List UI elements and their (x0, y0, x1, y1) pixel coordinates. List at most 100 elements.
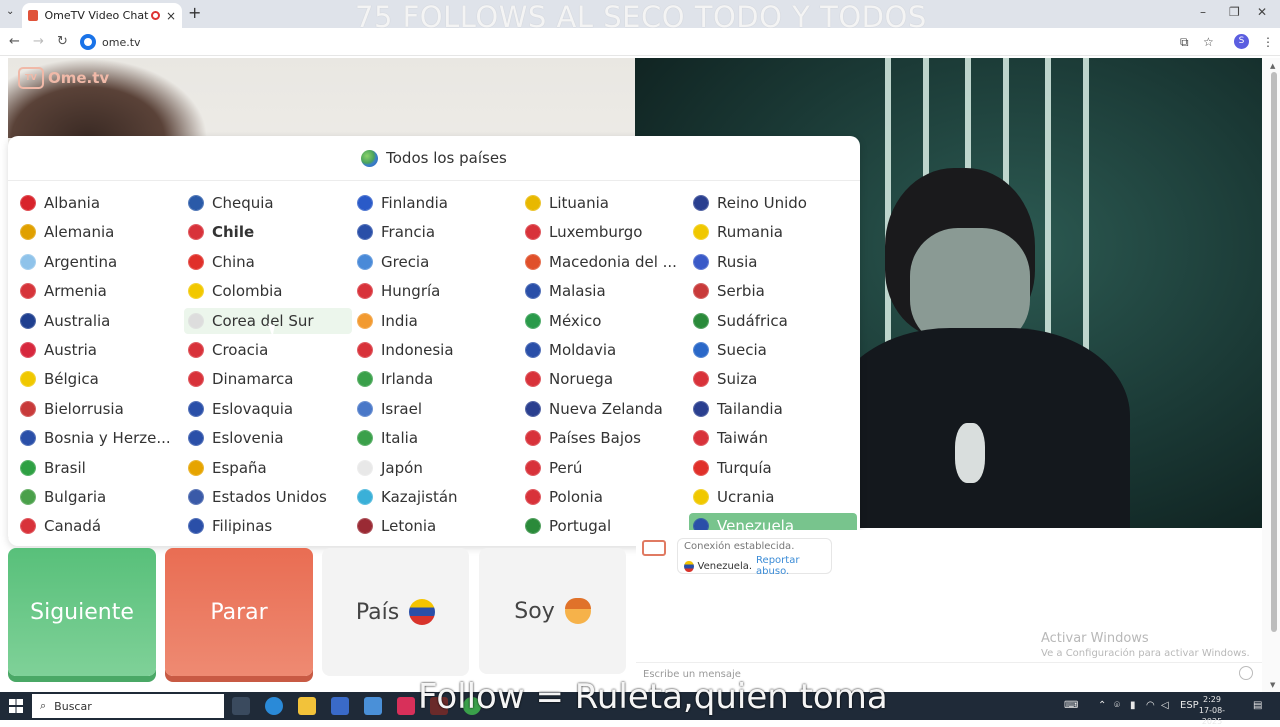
country-option[interactable]: Noruega (521, 366, 689, 392)
country-option[interactable]: Finlandia (353, 190, 521, 216)
keyboard-icon[interactable]: ⌨ (1064, 700, 1078, 711)
country-option[interactable]: Suiza (689, 366, 857, 392)
forward-arrow-icon[interactable]: → (33, 34, 44, 49)
scroll-up-icon[interactable]: ▲ (1270, 62, 1275, 70)
country-option[interactable]: Rumania (689, 219, 857, 245)
browser-menu-icon[interactable]: ⋮ (1262, 35, 1274, 49)
browser-tab[interactable]: OmeTV Video Chat — Ome × (22, 3, 182, 28)
country-option[interactable]: Alemania (16, 219, 184, 245)
country-option[interactable]: Chequia (184, 190, 352, 216)
country-option[interactable]: Dinamarca (184, 366, 352, 392)
country-option[interactable]: Eslovenia (184, 425, 352, 451)
country-option[interactable]: Serbia (689, 278, 857, 304)
country-option[interactable]: Macedonia del ... (521, 249, 689, 275)
country-option[interactable]: China (184, 249, 352, 275)
country-option[interactable]: Rusia (689, 249, 857, 275)
country-option[interactable]: Corea del Sur (184, 307, 352, 334)
taskbar-search-box[interactable]: ⌕ Buscar (32, 694, 224, 718)
country-option[interactable]: Bulgaria (16, 484, 184, 510)
tiktok-studio-icon[interactable] (397, 697, 415, 715)
country-option[interactable]: Taiwán (689, 425, 857, 451)
country-option[interactable]: Bélgica (16, 366, 184, 392)
stop-button[interactable]: Parar (165, 548, 313, 676)
country-option[interactable]: Moldavia (521, 337, 689, 363)
country-option[interactable]: Países Bajos (521, 425, 689, 451)
close-tab-icon[interactable]: × (166, 9, 176, 23)
tray-chevron-icon[interactable]: ⌃ (1098, 700, 1106, 711)
site-info-icon[interactable] (80, 34, 96, 50)
windows-start-icon[interactable] (9, 699, 23, 713)
country-option[interactable]: México (521, 308, 689, 334)
country-button[interactable]: País (322, 548, 469, 676)
next-button[interactable]: Siguiente (8, 548, 156, 676)
back-arrow-icon[interactable]: ← (9, 34, 20, 49)
country-option[interactable]: Kazajistán (353, 484, 521, 510)
country-option[interactable]: India (353, 308, 521, 334)
scrollbar-thumb[interactable] (1271, 72, 1277, 632)
country-option[interactable]: Filipinas (184, 513, 352, 539)
restore-window-button[interactable]: ❐ (1229, 5, 1240, 19)
report-abuse-link[interactable]: Reportar abuso. (756, 555, 825, 577)
country-option[interactable]: Nueva Zelanda (521, 396, 689, 422)
country-option[interactable]: Letonia (353, 513, 521, 539)
country-option[interactable]: España (184, 455, 352, 481)
emoji-icon[interactable] (1239, 666, 1253, 680)
file-explorer-icon[interactable] (298, 697, 316, 715)
new-tab-button[interactable]: + (188, 3, 201, 22)
country-option[interactable]: Tailandia (689, 396, 857, 422)
edge-browser-icon[interactable] (265, 697, 283, 715)
minimize-window-button[interactable]: – (1200, 5, 1206, 19)
country-option[interactable]: Italia (353, 425, 521, 451)
country-option[interactable]: Perú (521, 455, 689, 481)
country-option[interactable]: Colombia (184, 278, 352, 304)
install-app-icon[interactable]: ⧉ (1180, 35, 1189, 50)
country-option[interactable]: Turquía (689, 455, 857, 481)
tab-search-dropdown-icon[interactable]: ⌄ (6, 6, 14, 17)
country-option[interactable]: Reino Unido (689, 190, 857, 216)
url-field[interactable]: ome.tv (80, 32, 1180, 52)
country-option[interactable]: Eslovaquia (184, 396, 352, 422)
gender-button[interactable]: Soy (479, 548, 626, 674)
country-option[interactable]: Malasia (521, 278, 689, 304)
country-option[interactable]: Indonesia (353, 337, 521, 363)
country-option[interactable]: Australia (16, 308, 184, 334)
notifications-icon[interactable]: ▤ (1253, 700, 1262, 711)
country-option[interactable]: Grecia (353, 249, 521, 275)
wifi-icon[interactable]: ◠ (1146, 700, 1155, 711)
task-view-icon[interactable] (232, 697, 250, 715)
country-option[interactable]: Lituania (521, 190, 689, 216)
taskbar-clock[interactable]: 2:29 17-08-2025 (1192, 694, 1232, 727)
country-option[interactable]: Bosnia y Herze... (16, 425, 184, 451)
country-option[interactable]: Chile (184, 219, 352, 245)
country-option[interactable]: Sudáfrica (689, 308, 857, 334)
country-option[interactable]: Albania (16, 190, 184, 216)
country-option[interactable]: Canadá (16, 513, 184, 539)
profile-avatar[interactable]: S (1234, 34, 1249, 49)
bookmark-star-icon[interactable]: ☆ (1203, 35, 1214, 49)
country-option[interactable]: Israel (353, 396, 521, 422)
country-option[interactable]: Bielorrusia (16, 396, 184, 422)
battery-icon[interactable]: ▮ (1130, 700, 1136, 711)
country-option[interactable]: Ucrania (689, 484, 857, 510)
scroll-down-icon[interactable]: ▼ (1270, 681, 1275, 689)
country-option[interactable]: Argentina (16, 249, 184, 275)
country-option[interactable]: Brasil (16, 455, 184, 481)
country-option[interactable]: Japón (353, 455, 521, 481)
close-window-button[interactable]: ✕ (1257, 5, 1267, 19)
country-option[interactable]: Irlanda (353, 366, 521, 392)
reload-icon[interactable]: ↻ (57, 34, 68, 49)
country-option[interactable]: Hungría (353, 278, 521, 304)
mail-icon[interactable] (364, 697, 382, 715)
network-icon[interactable]: ⌾ (1114, 700, 1120, 711)
country-option[interactable]: Estados Unidos (184, 484, 352, 510)
country-option[interactable]: Luxemburgo (521, 219, 689, 245)
country-option[interactable]: Polonia (521, 484, 689, 510)
store-icon[interactable] (331, 697, 349, 715)
country-option[interactable]: Austria (16, 337, 184, 363)
country-option[interactable]: Suecia (689, 337, 857, 363)
country-option[interactable]: Croacia (184, 337, 352, 363)
all-countries-option[interactable]: Todos los países (8, 136, 860, 181)
country-option[interactable]: Armenia (16, 278, 184, 304)
country-option[interactable]: Francia (353, 219, 521, 245)
volume-icon[interactable]: ◁ (1161, 700, 1169, 711)
